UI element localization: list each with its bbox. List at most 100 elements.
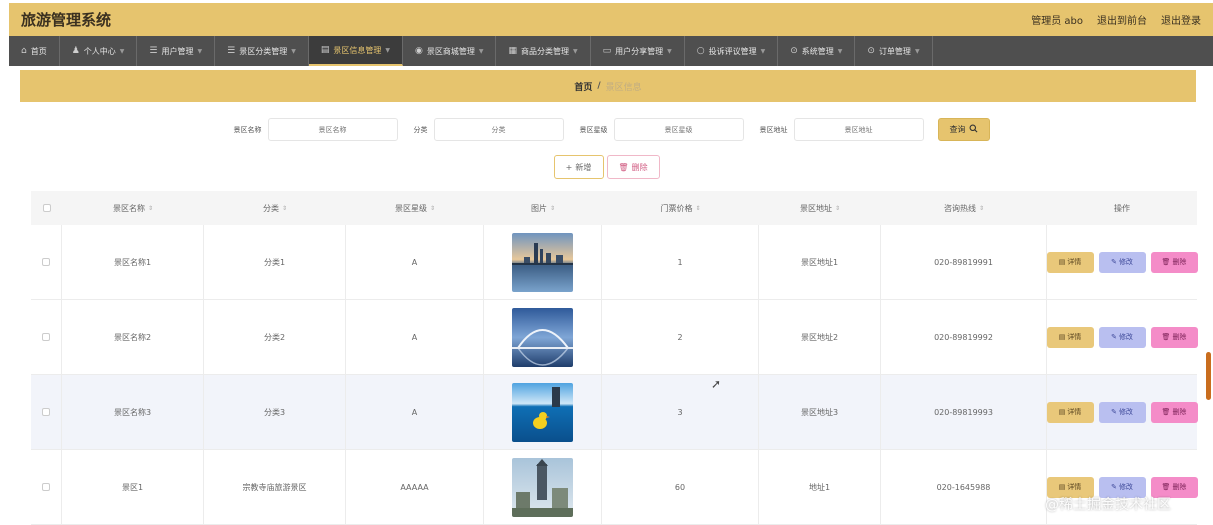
edit-icon: ✎ [1111,483,1117,491]
column-header-phone[interactable]: 咨询热线 ⇕ [881,191,1047,225]
nav-item-complaint[interactable]: ○ 投诉评议管理 ▼ [685,36,779,66]
name-cell: 景区名称2 [62,300,204,374]
detail-button[interactable]: ▤ 详情 [1046,326,1094,348]
detail-button[interactable]: ▤ 详情 [1046,401,1094,423]
address-search-input[interactable] [793,118,924,141]
row-checkbox[interactable] [42,258,50,266]
bulk-delete-button[interactable]: 🗑 删除 [606,155,660,179]
nav-item-users[interactable]: ☰ 用户管理 ▼ [137,36,216,66]
row-select-cell[interactable] [31,375,62,449]
sort-icon[interactable]: ⇕ [430,205,435,212]
sort-icon[interactable]: ⇕ [282,205,287,212]
edit-button[interactable]: ✎ 修改 [1098,401,1146,423]
edit-button[interactable]: ✎ 修改 [1098,251,1146,273]
column-header-price[interactable]: 门票价格 ⇕ [602,191,759,225]
price-cell: 60 [602,450,759,524]
row-select-cell[interactable] [31,300,62,374]
select-all-cell[interactable] [31,191,62,225]
trash-icon: 🗑 [1161,408,1171,416]
column-header-name[interactable]: 景区名称 ⇕ [62,191,204,225]
person-icon: ♟ [71,46,80,56]
breadcrumb-current: 景区信息 [605,82,642,93]
scenic-thumbnail[interactable] [512,307,573,367]
image-cell [484,450,602,524]
sort-icon[interactable]: ⇕ [979,205,984,212]
search-button[interactable]: 查询 [937,118,990,141]
nav-item-orders[interactable]: ⊙ 订单管理 ▼ [855,36,933,66]
delete-button[interactable]: 🗑 删除 [1150,401,1198,423]
delete-button[interactable]: 🗑 删除 [1150,251,1198,273]
price-cell: 1 [602,225,759,299]
row-select-cell[interactable] [31,225,62,299]
column-header-category[interactable]: 分类 ⇕ [204,191,346,225]
sort-icon[interactable]: ⇕ [695,205,700,212]
column-header-label: 咨询热线 [943,203,976,213]
chevron-down-icon: ▼ [837,47,843,55]
logout-link[interactable]: 退出登录 [1161,12,1201,27]
nav-item-scenic-info[interactable]: ▤ 景区信息管理 ▼ [308,36,403,66]
nav-item-system[interactable]: ⊙ 系统管理 ▼ [778,36,856,66]
nav-item-label: 订单管理 [878,46,911,56]
column-header-label: 分类 [262,203,279,213]
edit-button[interactable]: ✎ 修改 [1098,326,1146,348]
chevron-down-icon: ▼ [291,47,296,55]
nav-item-label: 投诉评议管理 [708,46,757,56]
scenic-thumbnail[interactable] [512,382,573,442]
admin-user-label[interactable]: 管理员 abo [1031,12,1083,27]
category-cell: 分类3 [204,375,346,449]
delete-button[interactable]: 🗑 删除 [1150,326,1198,348]
search-button-label: 查询 [949,125,966,134]
name-cell: 景区名称1 [62,225,204,299]
trash-icon: 🗑 [618,162,629,172]
nav-item-label: 首页 [30,46,47,56]
search-icon [969,124,978,135]
sort-icon[interactable]: ⇕ [148,205,153,212]
column-header-image[interactable]: 图片 ⇕ [484,191,602,225]
mouse-cursor-icon: ➚ [711,377,722,391]
nav-item-home[interactable]: ⌂ 首页 [9,36,60,66]
level-cell: A [346,375,484,449]
sort-icon[interactable]: ⇕ [550,205,555,212]
column-header-level[interactable]: 景区星级 ⇕ [346,191,484,225]
chevron-down-icon: ▼ [385,46,390,54]
category-cell: 分类1 [204,225,346,299]
sort-icon[interactable]: ⇕ [835,205,840,212]
actions-cell: ▤ 详情 ✎ 修改 🗑 删除 [1046,300,1198,374]
category-search-input[interactable] [433,118,564,141]
level-cell: A [346,300,484,374]
add-button[interactable]: + 新增 [553,155,604,179]
nav-item-profile[interactable]: ♟ 个人中心 ▼ [60,36,138,66]
image-cell [484,225,602,299]
trash-icon: 🗑 [1161,483,1171,491]
nav-item-mall[interactable]: ◉ 景区商城管理 ▼ [403,36,497,66]
scrollbar-thumb[interactable] [1206,352,1211,400]
phone-cell: 020-89819993 [881,375,1047,449]
nav-item-share[interactable]: ▭ 用户分享管理 ▼ [591,36,685,66]
name-search-input[interactable] [267,118,398,141]
column-header-address[interactable]: 景区地址 ⇕ [759,191,881,225]
level-search-input[interactable] [613,118,744,141]
detail-button[interactable]: ▤ 详情 [1046,251,1094,273]
name-cell: 景区名称3 [62,375,204,449]
row-checkbox[interactable] [42,333,50,341]
row-select-cell[interactable] [31,450,62,524]
row-checkbox[interactable] [42,483,50,491]
nav-item-goods-category[interactable]: ▦ 商品分类管理 ▼ [496,36,591,66]
scenic-thumbnail[interactable] [512,457,573,517]
select-all-checkbox[interactable] [42,204,51,212]
column-header-label: 操作 [1114,203,1130,213]
edit-label: 修改 [1118,333,1133,341]
scenic-table: 景区名称 ⇕ 分类 ⇕ 景区星级 ⇕ 图片 ⇕ 门票价格 ⇕ 景区地址 ⇕ 咨询热线 ⇕ 操作… [31,191,1198,525]
chevron-down-icon: ▼ [572,47,578,55]
exit-to-frontend-link[interactable]: 退出到前台 [1097,12,1147,27]
location-icon: ◉ [414,46,423,56]
chevron-down-icon: ▼ [760,47,766,55]
scenic-thumbnail[interactable] [512,232,573,292]
header-actions: 管理员 abo 退出到前台 退出登录 [1031,12,1201,27]
row-checkbox[interactable] [42,408,50,416]
nav-item-label: 商品分类管理 [520,46,569,56]
edit-label: 修改 [1118,408,1133,416]
price-cell: 2 [602,300,759,374]
nav-item-category[interactable]: ☰ 景区分类管理 ▼ [215,36,309,66]
breadcrumb-home[interactable]: 首页 [574,80,592,93]
